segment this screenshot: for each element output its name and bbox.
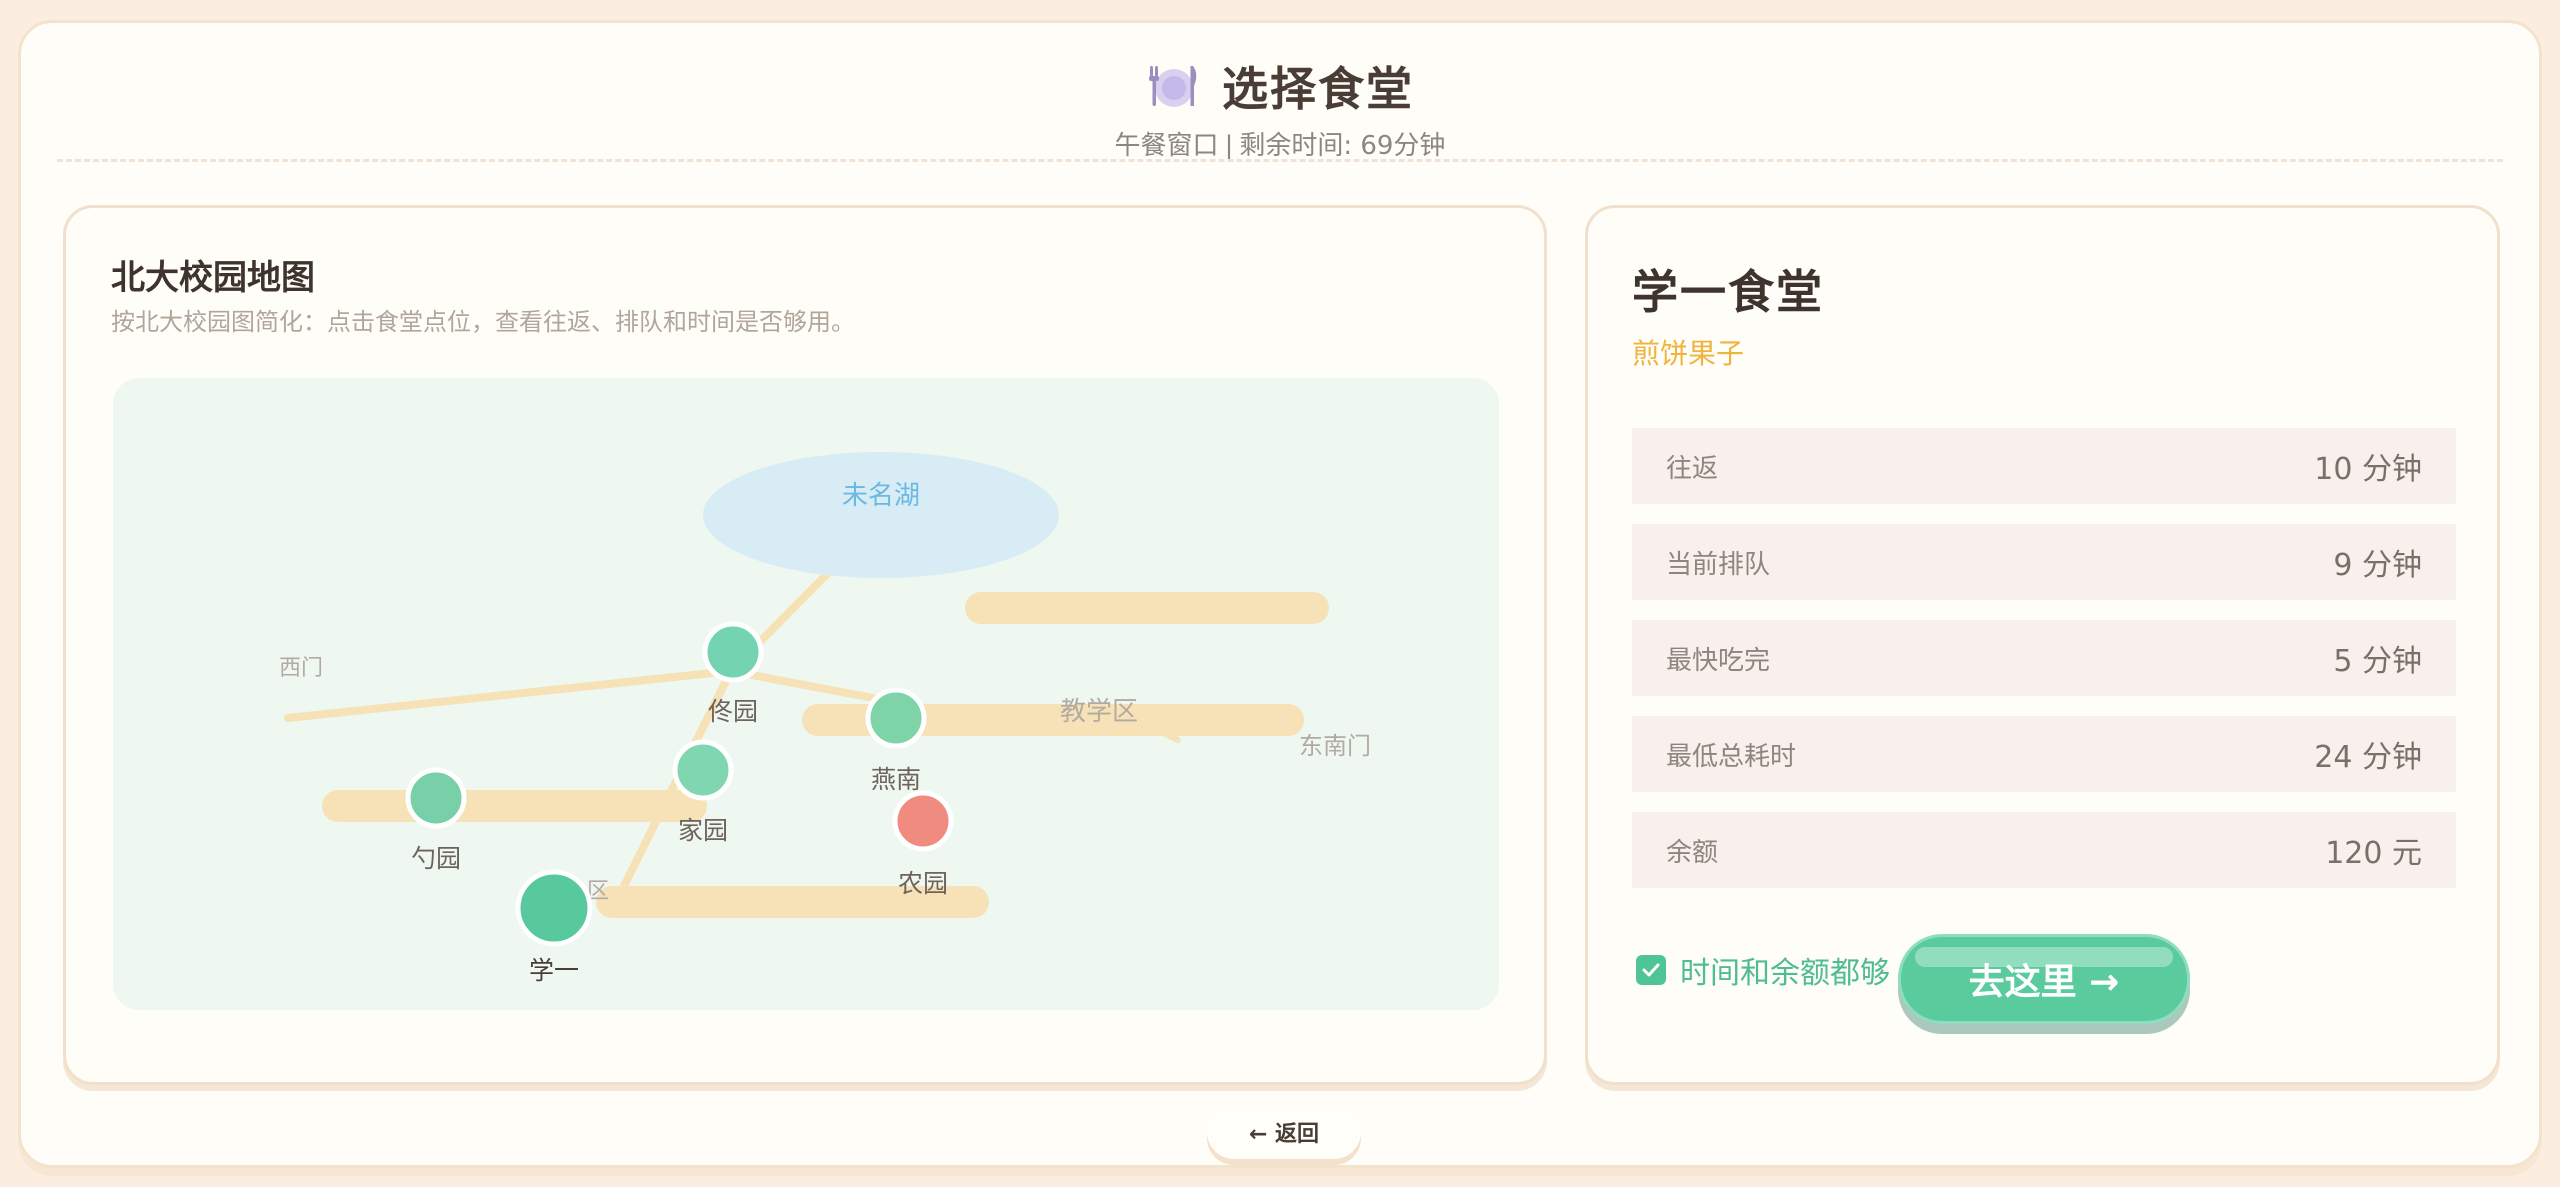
stat-label: 余额 — [1666, 837, 1719, 868]
southeast-gate-label: 东南门 — [1299, 732, 1371, 760]
feasibility-check: 时间和余额都够 — [1636, 948, 1890, 992]
go-here-button[interactable]: 去这里 → — [1898, 934, 2190, 1024]
header-divider — [57, 159, 2503, 162]
stat-value: 24 分钟 — [2314, 740, 2422, 775]
remaining-time: 剩余时间: 69分钟 — [1239, 131, 1446, 161]
meal-window-status: 午餐窗口 | 剩余时间: 69分钟 — [21, 125, 2539, 162]
canteen-dot-selected — [515, 869, 593, 947]
canteen-marker-xueyi[interactable]: 学一 — [515, 869, 593, 985]
stat-row-total-time: 最低总耗时 24 分钟 — [1632, 716, 2456, 792]
feasibility-text: 时间和余额都够 — [1680, 956, 1890, 991]
stat-label: 往返 — [1666, 453, 1719, 484]
canteen-dot — [405, 767, 467, 829]
canteen-marker-nongyuan[interactable]: 农园 — [892, 790, 954, 898]
canteen-dot — [702, 621, 764, 683]
canteen-detail-card: 学一食堂 煎饼果子 往返 10 分钟 当前排队 9 分钟 最快吃完 5 分钟 最… — [1585, 205, 2500, 1085]
canteen-marker-tongyuan[interactable]: 佟园 — [702, 621, 764, 726]
canteen-label: 佟园 — [708, 697, 758, 726]
canteen-label: 家园 — [678, 816, 728, 845]
stat-label: 最快吃完 — [1666, 645, 1771, 676]
map-canvas: 未名湖 西门 教学区 东南门 区 佟园 燕南 家园 勺园 农园 学一 — [279, 452, 1371, 985]
stat-label: 最低总耗时 — [1666, 741, 1797, 772]
map-title: 北大校园地图 — [111, 258, 315, 298]
road-west — [284, 667, 735, 722]
header: 选择食堂 午餐窗口 | 剩余时间: 69分钟 — [21, 51, 2539, 162]
stat-value: 10 分钟 — [2314, 452, 2422, 487]
teaching-area-label: 教学区 — [1060, 697, 1138, 727]
campus-map: 未名湖 西门 教学区 东南门 区 佟园 燕南 家园 勺园 农园 学一 — [113, 378, 1499, 1010]
canteen-dot — [892, 790, 954, 852]
meal-window-label: 午餐窗口 — [1114, 131, 1219, 161]
title-row: 选择食堂 — [21, 51, 2539, 121]
canteen-label: 学一 — [529, 956, 579, 985]
canteen-dish: 煎饼果子 — [1632, 337, 1745, 370]
lake-label: 未名湖 — [842, 481, 920, 511]
go-here-label: 去这里 → — [1968, 962, 2120, 1003]
stat-row-balance: 余额 120 元 — [1632, 812, 2456, 888]
stat-row-round-trip: 往返 10 分钟 — [1632, 428, 2456, 504]
back-label: ← 返回 — [1248, 1122, 1320, 1147]
canteen-marker-yannan[interactable]: 燕南 — [865, 687, 927, 794]
canteen-dot — [672, 739, 734, 801]
plate-utensils-icon — [1149, 66, 1197, 107]
lake-shape — [703, 452, 1059, 578]
canteen-label: 勺园 — [411, 844, 461, 873]
canteen-label: 燕南 — [871, 765, 921, 794]
separator: | — [1224, 131, 1234, 161]
back-button[interactable]: ← 返回 — [1207, 1105, 1361, 1159]
stat-value: 120 元 — [2325, 836, 2422, 871]
canteen-label: 农园 — [898, 869, 948, 898]
page-title: 选择食堂 — [1222, 62, 1414, 116]
map-description: 按北大校园图简化：点击食堂点位，查看往返、排队和时间是否够用。 — [111, 308, 855, 336]
checkmark-icon — [1636, 955, 1666, 985]
app-frame: 选择食堂 午餐窗口 | 剩余时间: 69分钟 北大校园地图 按北大校园图简化：点击食… — [18, 20, 2542, 1168]
stat-row-queue: 当前排队 9 分钟 — [1632, 524, 2456, 600]
stat-row-eat-time: 最快吃完 5 分钟 — [1632, 620, 2456, 696]
canteen-dot — [865, 687, 927, 749]
stat-label: 当前排队 — [1666, 549, 1771, 580]
west-gate-label: 西门 — [279, 656, 323, 681]
stat-value: 9 分钟 — [2333, 548, 2422, 583]
stat-value: 5 分钟 — [2333, 644, 2422, 679]
canteen-name: 学一食堂 — [1632, 265, 1824, 319]
campus-map-card: 北大校园地图 按北大校园图简化：点击食堂点位，查看往返、排队和时间是否够用。 未… — [63, 205, 1547, 1085]
